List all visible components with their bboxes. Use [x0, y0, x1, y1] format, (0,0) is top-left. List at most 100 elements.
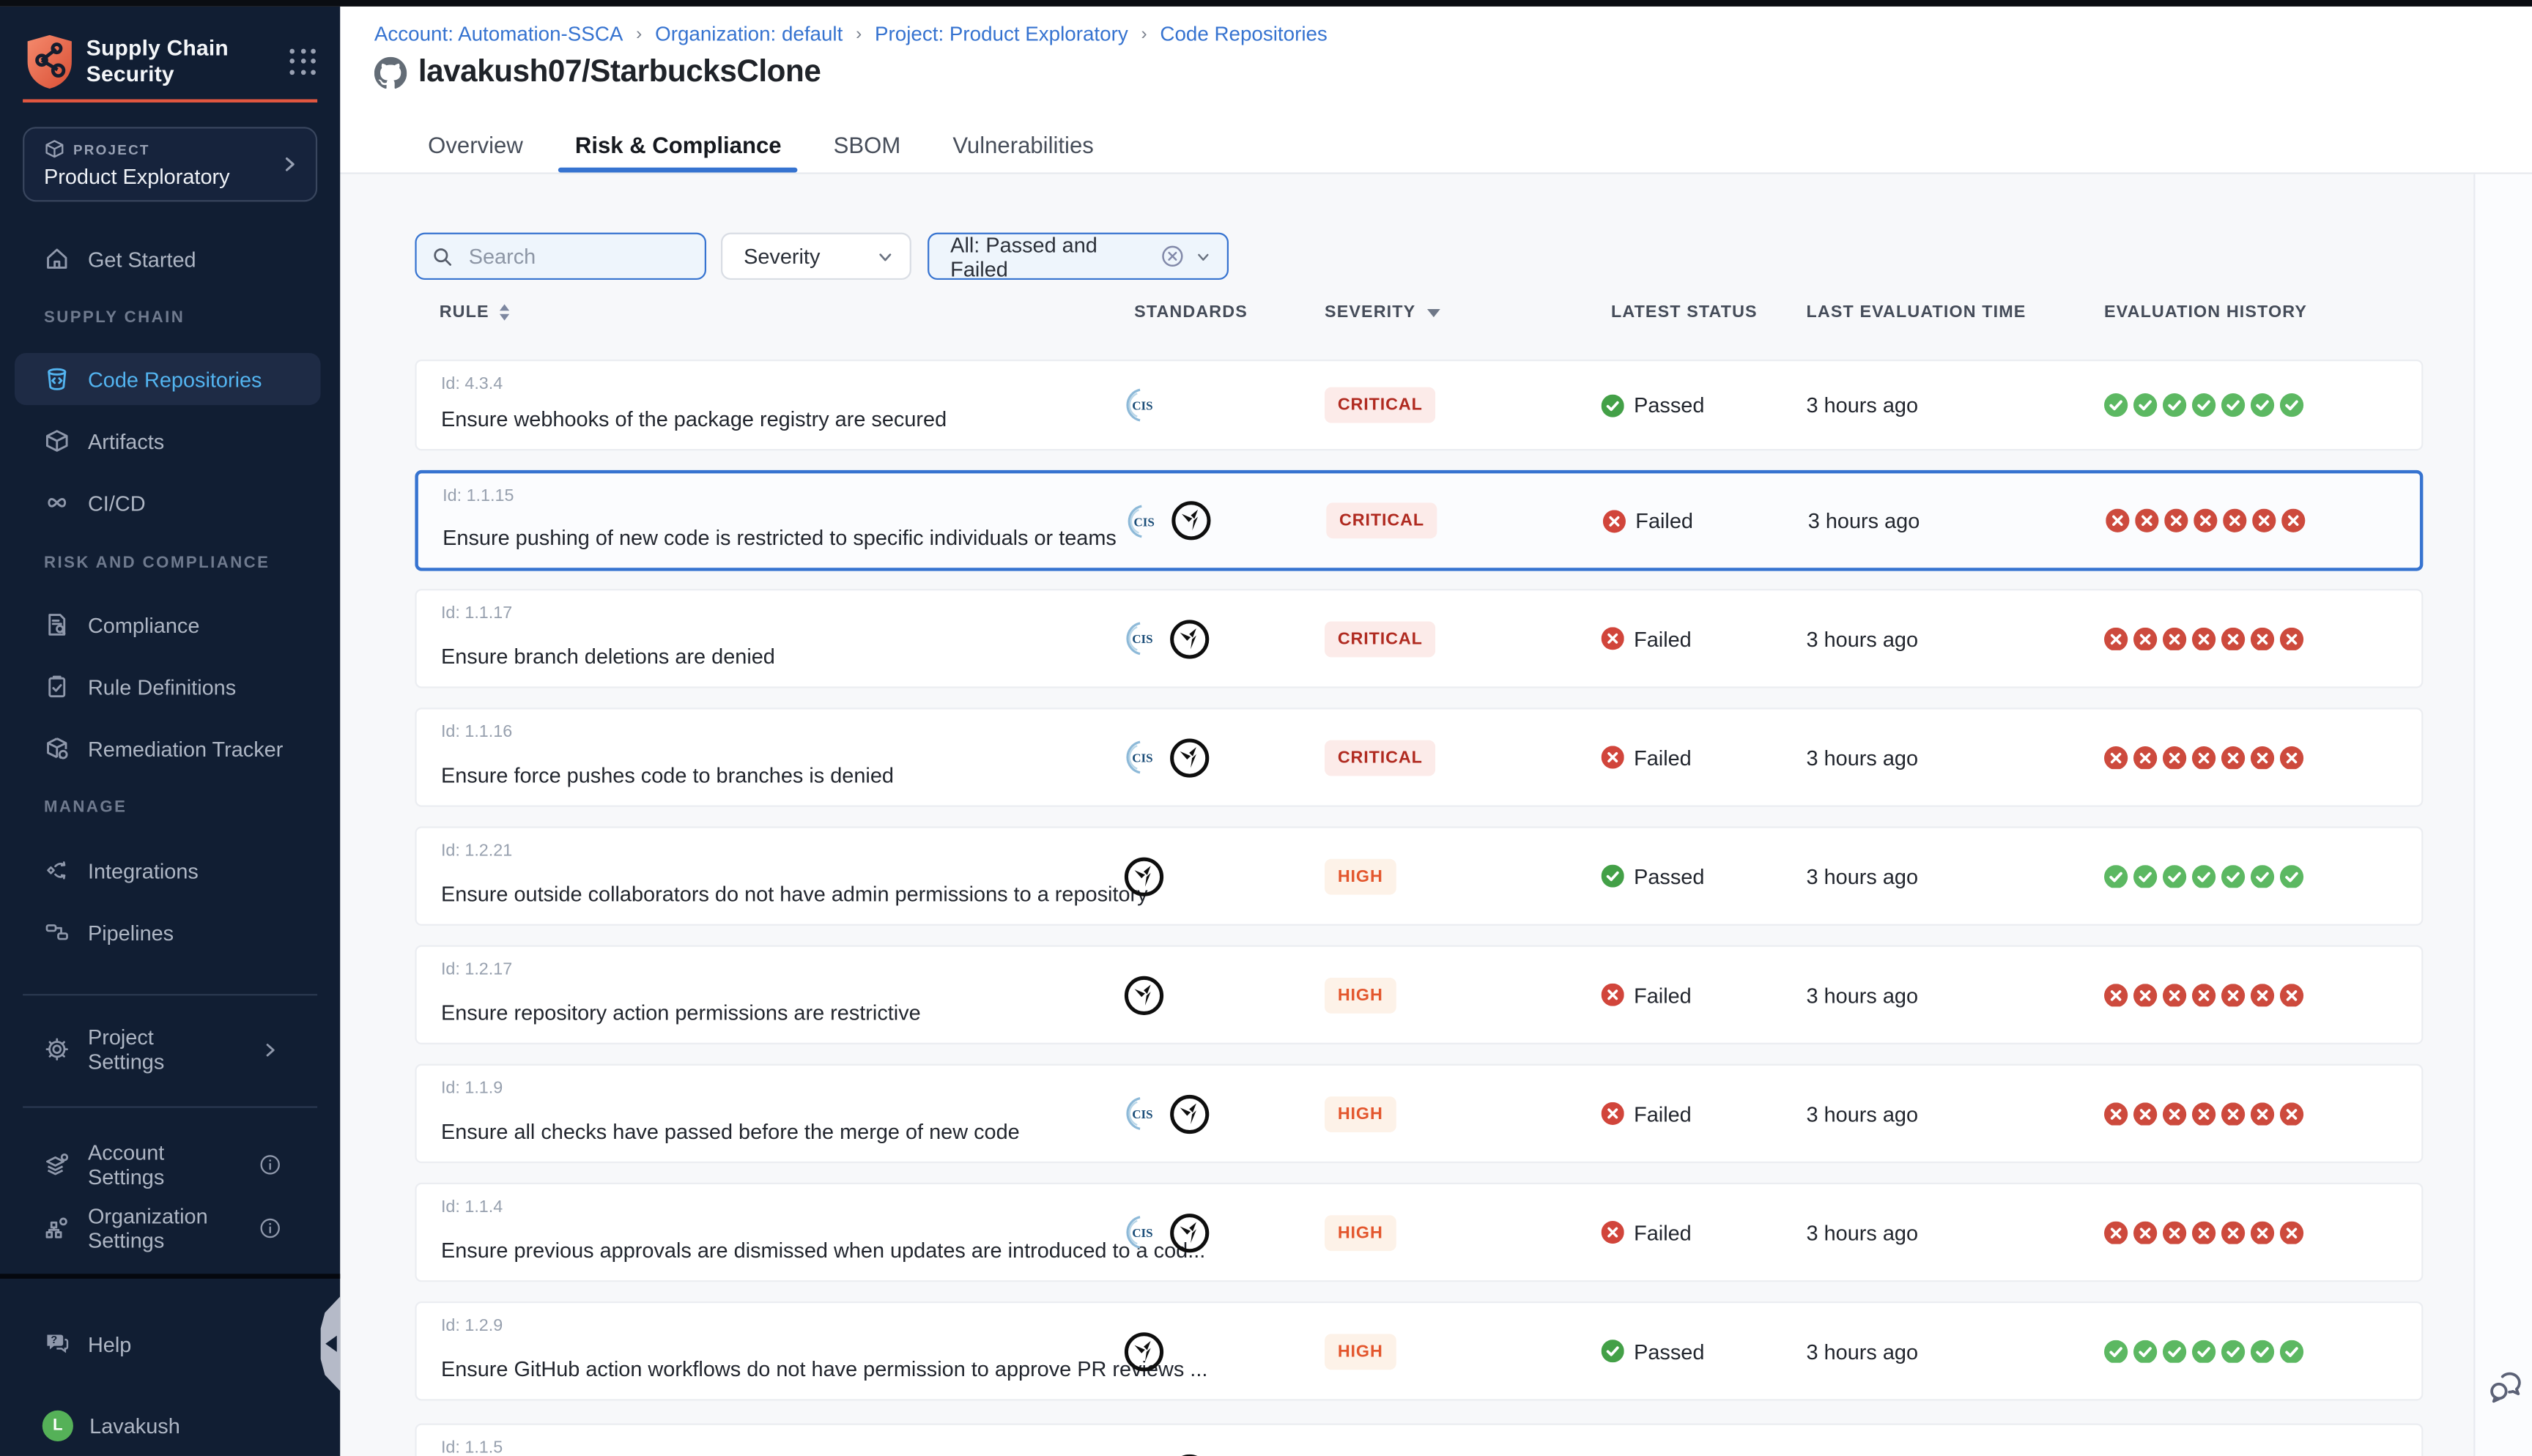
evaluation-history[interactable] — [2106, 509, 2305, 532]
rule-row[interactable]: Id: 1.2.21Ensure outside collaborators d… — [415, 826, 2423, 925]
breadcrumb-link[interactable]: Organization: default — [655, 23, 843, 45]
evaluation-history[interactable] — [2104, 393, 2303, 417]
standards-cell — [1123, 1330, 1166, 1373]
tab-overview[interactable]: Overview — [426, 117, 525, 173]
rule-row[interactable]: Id: 1.2.17Ensure repository action permi… — [415, 946, 2423, 1044]
breadcrumb: Account: Automation-SSCA›Organization: d… — [374, 23, 1328, 45]
last-evaluation-time: 3 hours ago — [1807, 393, 1919, 417]
sidebar-item-get-started[interactable]: Get Started — [15, 234, 321, 283]
owasp-standard-icon — [1170, 499, 1213, 542]
sidebar-item-integrations[interactable]: Integrations — [15, 846, 321, 895]
standards-cell: CIS — [1123, 387, 1160, 424]
failed-x-icon — [2133, 1220, 2157, 1244]
rule-row[interactable]: Id: 1.1.17Ensure branch deletions are de… — [415, 589, 2423, 688]
standards-cell: CIS — [1125, 499, 1213, 542]
failed-x-icon — [2280, 983, 2303, 1006]
rule-id: Id: 1.1.17 — [441, 603, 512, 623]
sidebar-item-remediation-tracker[interactable]: Remediation Tracker — [15, 724, 321, 773]
failed-x-icon — [2163, 1220, 2186, 1244]
failed-x-icon — [2133, 1102, 2157, 1125]
sidebar-item-rule-definitions[interactable]: Rule Definitions — [15, 662, 321, 711]
cis-standard-icon: CIS — [1123, 620, 1160, 657]
status-filter-dropdown[interactable]: All: Passed and Failed — [928, 233, 1229, 280]
failed-x-icon — [2104, 746, 2128, 769]
project-selector[interactable]: PROJECT Product Exploratory — [23, 127, 317, 201]
standards-cell: CIS — [1123, 1093, 1211, 1135]
sidebar-item-project-settings[interactable]: Project Settings — [15, 1025, 321, 1074]
rule-row[interactable]: Id: 1.1.15Ensure pushing of new code is … — [415, 470, 2423, 571]
failed-x-icon — [1602, 1221, 1624, 1244]
standards-cell — [1123, 973, 1166, 1016]
breadcrumb-link[interactable]: Project: Product Exploratory — [875, 23, 1128, 45]
status-label: Failed — [1634, 745, 1692, 769]
evaluation-history[interactable] — [2104, 1102, 2303, 1125]
evaluation-history[interactable] — [2104, 627, 2303, 650]
sidebar-item-code-repositories[interactable]: Code Repositories — [15, 353, 321, 405]
rule-row[interactable]: Id: 4.3.4Ensure webhooks of the package … — [415, 360, 2423, 450]
severity-cell: HIGH — [1325, 1096, 1396, 1132]
rule-row[interactable]: Id: 1.1.9Ensure all checks have passed b… — [415, 1064, 2423, 1163]
owasp-standard-icon — [1169, 1211, 1211, 1254]
sidebar-section-supply-chain: SUPPLY CHAIN — [44, 309, 185, 327]
evaluation-history[interactable] — [2104, 983, 2303, 1006]
owasp-standard-icon — [1123, 973, 1166, 1016]
info-icon[interactable] — [257, 1154, 284, 1176]
sidebar-item-artifacts[interactable]: Artifacts — [15, 417, 321, 466]
rule-title: Ensure pushing of new code is restricted… — [443, 525, 1117, 549]
page-title: lavakush07/StarbucksClone — [418, 56, 821, 92]
search-input[interactable] — [465, 242, 684, 270]
severity-badge: CRITICAL — [1326, 502, 1437, 538]
home-icon — [44, 245, 70, 272]
failed-x-icon — [2223, 509, 2246, 532]
evaluation-history[interactable] — [2104, 1220, 2303, 1244]
rule-id: Id: 1.2.9 — [441, 1316, 503, 1336]
feedback-chat-icon[interactable] — [2487, 1367, 2525, 1405]
tab-sbom[interactable]: SBOM — [832, 117, 902, 173]
project-box-icon — [44, 138, 65, 160]
severity-filter-dropdown[interactable]: Severity — [721, 233, 911, 280]
breadcrumb-link[interactable]: Account: Automation-SSCA — [374, 23, 623, 45]
sort-severity-desc-icon[interactable] — [1427, 308, 1440, 316]
rule-row[interactable]: Id: 1.2.9Ensure GitHub action workflows … — [415, 1301, 2423, 1400]
sidebar-item-organization-settings[interactable]: Organization Settings — [15, 1204, 321, 1253]
evaluation-history[interactable] — [2104, 746, 2303, 769]
tab-risk-compliance[interactable]: Risk & Compliance — [574, 117, 783, 173]
sidebar-item-compliance[interactable]: Compliance — [15, 601, 321, 650]
tab-vulnerabilities[interactable]: Vulnerabilities — [951, 117, 1095, 173]
rule-row[interactable]: Id: 1.1.4Ensure previous approvals are d… — [415, 1183, 2423, 1282]
chevron-down-icon[interactable] — [1195, 247, 1213, 267]
status-label: Passed — [1634, 1339, 1704, 1363]
sidebar-item-cicd[interactable]: CI/CD — [15, 478, 321, 527]
failed-x-icon — [2104, 983, 2128, 1006]
info-icon[interactable] — [257, 1217, 284, 1239]
failed-x-icon — [2252, 509, 2276, 532]
failed-x-icon — [2133, 627, 2157, 650]
rule-title: Ensure repository action permissions are… — [441, 1000, 921, 1025]
project-label: PROJECT — [73, 141, 150, 157]
passed-check-icon — [2104, 393, 2128, 417]
sidebar-item-pipelines[interactable]: Pipelines — [15, 907, 321, 957]
sort-rule-icon[interactable] — [499, 304, 508, 320]
search-icon — [432, 245, 454, 267]
clear-filter-icon[interactable] — [1160, 244, 1185, 268]
sidebar-item-account-settings[interactable]: Account Settings — [15, 1140, 321, 1189]
rule-row[interactable]: Id: 1.1.5 CIS HIGHFailed3 hours ago — [415, 1424, 2423, 1456]
rule-id: Id: 1.1.4 — [441, 1197, 503, 1217]
shield-logo-icon — [24, 32, 75, 91]
rule-title: Ensure force pushes code to branches is … — [441, 763, 894, 787]
failed-x-icon — [2106, 509, 2129, 532]
severity-badge: HIGH — [1325, 977, 1396, 1013]
rule-row[interactable]: Id: 1.1.16Ensure force pushes code to br… — [415, 707, 2423, 806]
evaluation-history[interactable] — [2104, 1340, 2303, 1363]
user-menu[interactable]: L Lavakush — [15, 1403, 321, 1448]
breadcrumb-link[interactable]: Code Repositories — [1160, 23, 1327, 45]
severity-cell: HIGH — [1325, 1214, 1396, 1250]
failed-x-icon — [2221, 1220, 2245, 1244]
sidebar-section-manage: MANAGE — [44, 799, 127, 817]
clipboard-check-icon — [44, 674, 70, 700]
sidebar-item-help[interactable]: ? Help — [15, 1319, 321, 1368]
evaluation-history[interactable] — [2104, 864, 2303, 888]
app-switcher-icon[interactable] — [289, 48, 317, 76]
standards-cell — [1123, 855, 1166, 897]
status-label: Failed — [1634, 1102, 1692, 1126]
